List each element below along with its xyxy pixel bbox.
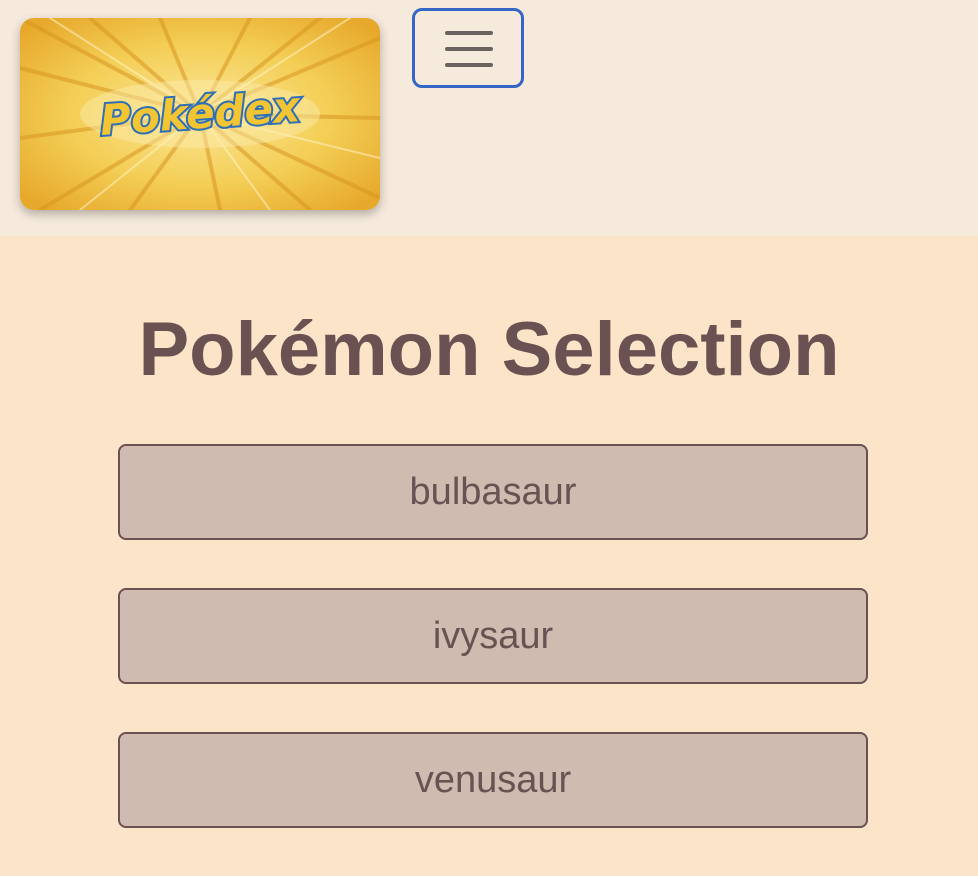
pokemon-button-venusaur[interactable]: venusaur xyxy=(118,732,868,828)
pokemon-list: bulbasaur ivysaur venusaur xyxy=(118,444,868,876)
pokemon-button-ivysaur[interactable]: ivysaur xyxy=(118,588,868,684)
navbar-toggle-button[interactable] xyxy=(412,8,524,88)
page-title: Pokémon Selection xyxy=(138,307,840,392)
pokedex-logo[interactable]: Pokédex xyxy=(20,18,380,210)
navbar: Pokédex xyxy=(0,0,978,236)
pokedex-logo-image: Pokédex xyxy=(20,18,380,210)
main-content: Pokémon Selection bulbasaur ivysaur venu… xyxy=(0,236,978,844)
hamburger-menu-icon xyxy=(445,31,493,67)
pokemon-button-bulbasaur[interactable]: bulbasaur xyxy=(118,444,868,540)
